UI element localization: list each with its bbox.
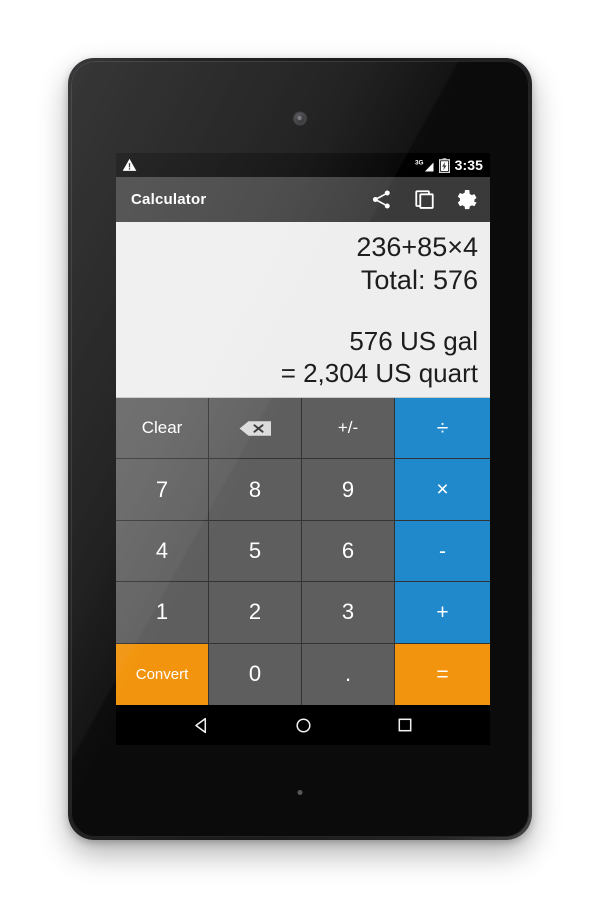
keypad-row: 1 2 3 +: [116, 582, 490, 644]
key-sign-label: +/-: [337, 418, 359, 438]
key-plus-label: +: [436, 600, 449, 624]
key-1[interactable]: 1: [116, 582, 209, 644]
front-camera-icon: [294, 113, 306, 124]
copy-icon[interactable]: [413, 188, 436, 211]
key-clear[interactable]: Clear: [116, 398, 209, 460]
toolbar-actions: [370, 188, 479, 211]
svg-text:3G: 3G: [415, 160, 424, 167]
keypad-row: 4 5 6 -: [116, 520, 490, 583]
key-0-label: 0: [248, 661, 262, 687]
key-6[interactable]: 6: [302, 520, 395, 583]
key-divide-label: ÷: [436, 416, 449, 440]
key-clear-label: Clear: [141, 418, 183, 438]
status-bar-clock: 3:35: [454, 157, 483, 173]
key-sign[interactable]: +/-: [302, 398, 395, 460]
key-8-label: 8: [248, 476, 262, 502]
notification-led-icon: [297, 790, 303, 795]
battery-charging-icon: [438, 157, 450, 173]
keypad: Clear +/- ÷ 7 8 9 × 4 5 6 - 1 2 3 + Convert 0. =: [116, 398, 490, 706]
key-6-label: 6: [341, 538, 355, 564]
nav-recents-button[interactable]: [382, 705, 428, 745]
key-3-label: 3: [341, 599, 355, 625]
key-decimal-label: .: [344, 661, 352, 687]
key-7-label: 7: [155, 476, 169, 502]
settings-gear-icon[interactable]: [456, 188, 479, 211]
key-9-label: 9: [341, 476, 355, 502]
expression-text: 236+85×4: [356, 232, 478, 262]
key-equals-label: =: [436, 662, 449, 686]
key-4[interactable]: 4: [116, 520, 209, 583]
key-8[interactable]: 8: [209, 459, 302, 521]
key-minus[interactable]: -: [395, 520, 490, 583]
key-4-label: 4: [155, 538, 169, 564]
key-plus[interactable]: +: [395, 582, 490, 644]
key-5-label: 5: [248, 538, 262, 564]
keypad-row: Clear +/- ÷: [116, 398, 490, 460]
android-nav-bar: [116, 705, 490, 745]
share-icon[interactable]: [370, 188, 393, 211]
device-screen: 3G 3:35 Calculator 236+85×4 Total: 576 5…: [116, 153, 490, 745]
key-multiply[interactable]: ×: [395, 459, 490, 521]
key-5[interactable]: 5: [209, 520, 302, 583]
key-9[interactable]: 9: [302, 459, 395, 521]
calculator-display: 236+85×4 Total: 576 576 US gal = 2,304 U…: [116, 222, 490, 398]
conversion-block: 576 US gal = 2,304 US quart: [281, 325, 478, 391]
key-3[interactable]: 3: [302, 582, 395, 644]
key-multiply-label: ×: [436, 478, 449, 502]
key-0[interactable]: 0: [209, 643, 302, 706]
keypad-row: Convert 0. =: [116, 643, 490, 706]
nav-back-button[interactable]: [178, 705, 224, 745]
status-bar: 3G 3:35: [116, 153, 490, 177]
key-backspace[interactable]: [209, 398, 302, 460]
device-bezel: 3G 3:35 Calculator 236+85×4 Total: 576 5…: [71, 61, 529, 837]
home-circle-icon: [295, 717, 311, 733]
keypad-row: 7 8 9 ×: [116, 459, 490, 521]
back-triangle-icon: [194, 717, 206, 733]
expression-block: 236+85×4 Total: 576: [356, 231, 478, 298]
tablet-device: 3G 3:35 Calculator 236+85×4 Total: 576 5…: [68, 58, 532, 840]
status-bar-right: 3G 3:35: [415, 157, 483, 173]
key-convert[interactable]: Convert: [116, 643, 209, 706]
warning-triangle-icon: [122, 158, 137, 171]
key-convert-label: Convert: [135, 665, 189, 683]
key-equals[interactable]: =: [395, 643, 490, 706]
recents-square-icon: [398, 718, 412, 732]
key-2[interactable]: 2: [209, 582, 302, 644]
key-decimal[interactable]: .: [302, 643, 395, 706]
key-2-label: 2: [248, 599, 262, 625]
key-1-label: 1: [155, 599, 169, 625]
total-text: Total: 576: [360, 265, 478, 296]
nav-home-button[interactable]: [280, 705, 326, 745]
screenshot-stage: 3G 3:35 Calculator 236+85×4 Total: 576 5…: [0, 0, 600, 900]
key-7[interactable]: 7: [116, 459, 209, 521]
signal-bars-icon: 3G: [415, 160, 434, 172]
status-bar-left: [122, 158, 415, 172]
key-divide[interactable]: ÷: [395, 398, 490, 460]
conversion-from-text: 576 US gal: [349, 325, 478, 356]
backspace-icon: [239, 421, 271, 436]
app-toolbar: Calculator: [116, 177, 490, 222]
key-minus-label: -: [439, 539, 446, 563]
app-title: Calculator: [131, 191, 207, 208]
conversion-to-text: = 2,304 US quart: [280, 358, 478, 389]
